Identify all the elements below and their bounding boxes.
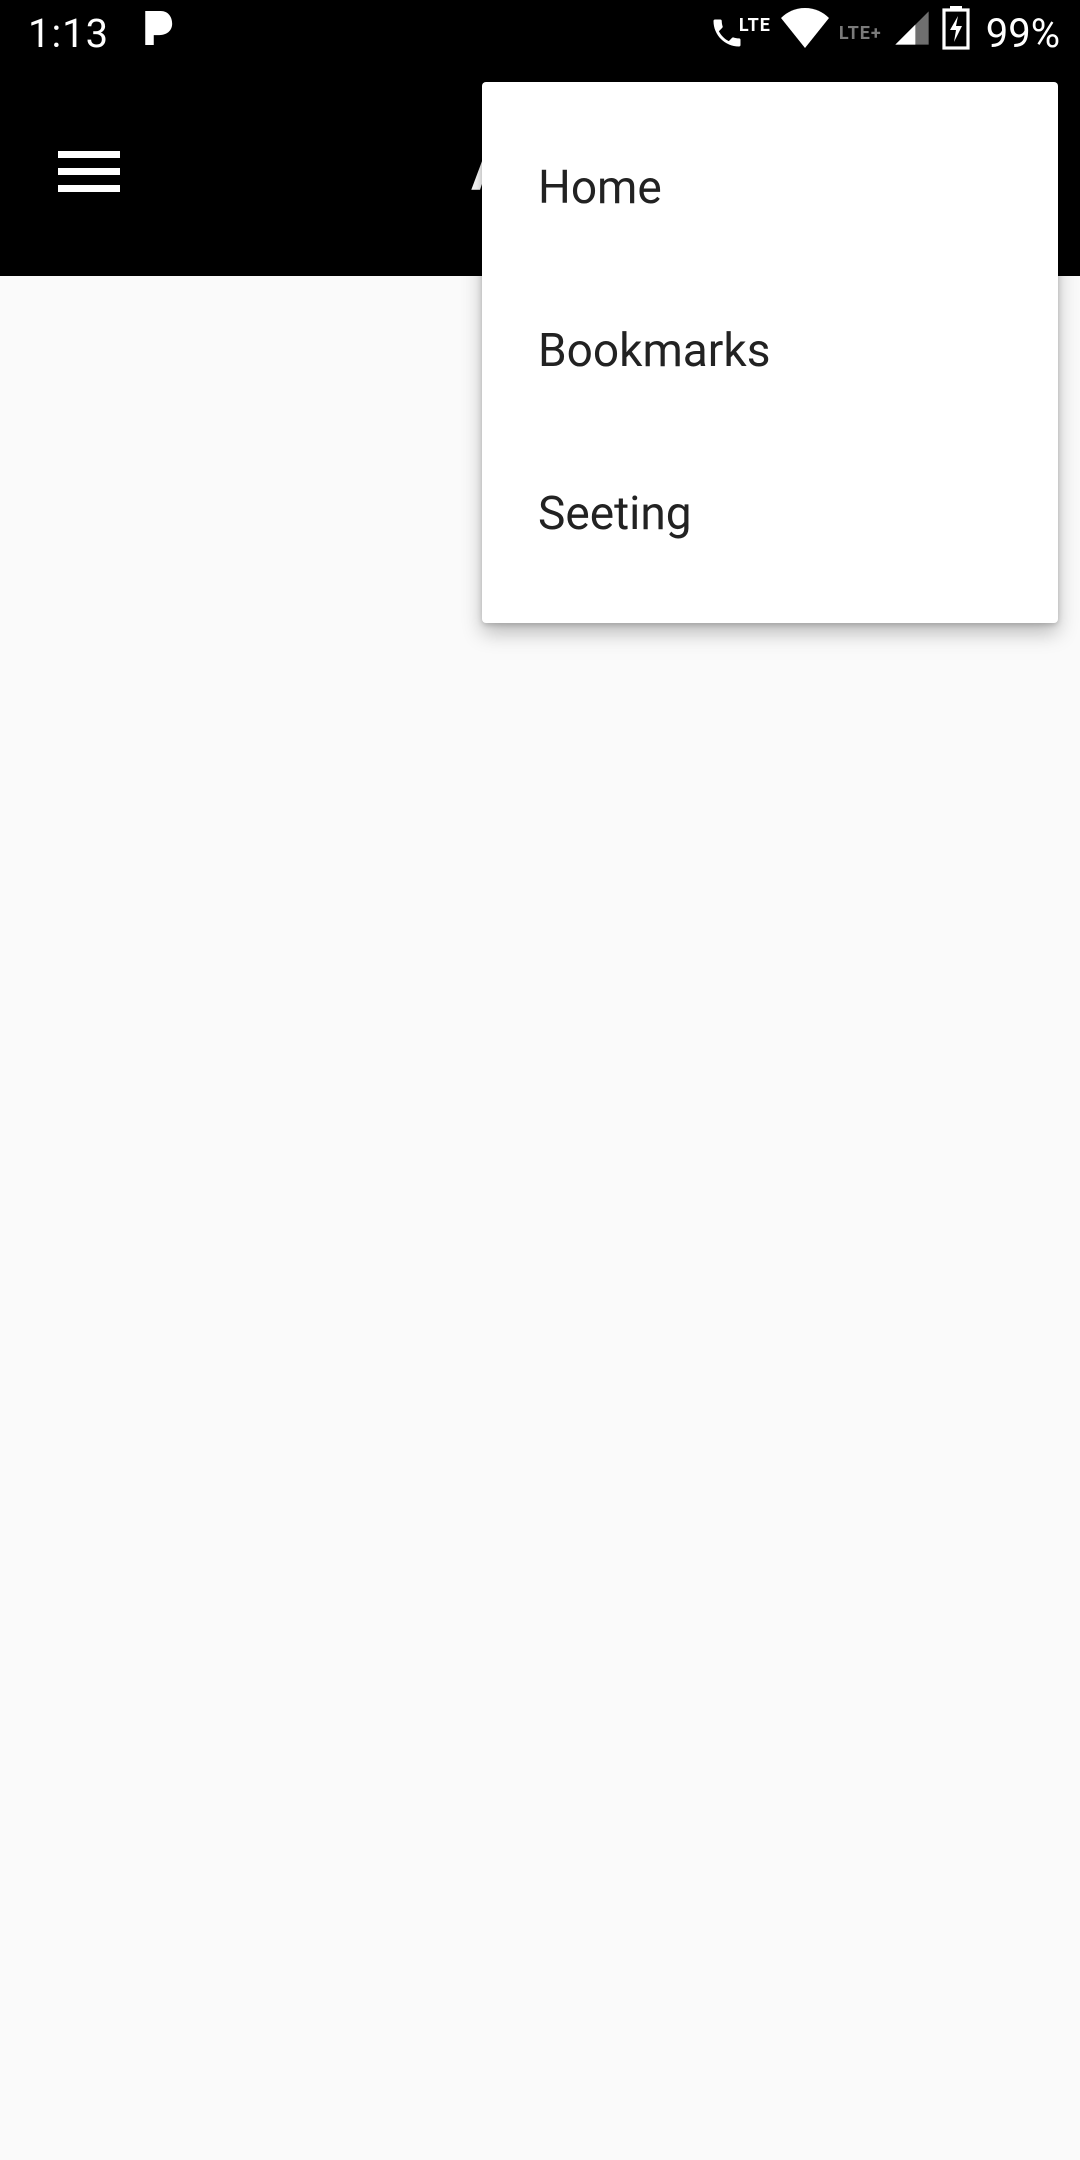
status-clock: 1:13 — [28, 10, 109, 57]
status-right: LTE LTE+ 99% — [709, 6, 1060, 60]
wifi-icon — [781, 8, 829, 58]
menu-item-bookmarks[interactable]: Bookmarks — [482, 269, 1058, 432]
menu-item-seeting[interactable]: Seeting — [482, 432, 1058, 595]
menu-item-label: Home — [538, 161, 662, 215]
lte-badge: LTE — [739, 15, 771, 36]
battery-charging-icon — [942, 6, 970, 60]
menu-item-home[interactable]: Home — [482, 106, 1058, 269]
phone-lte-icon: LTE — [709, 15, 771, 51]
pandora-icon — [141, 8, 175, 58]
overflow-menu: Home Bookmarks Seeting — [482, 82, 1058, 623]
status-left: 1:13 — [28, 8, 175, 58]
status-bar: 1:13 LTE LTE+ — [0, 0, 1080, 66]
menu-item-label: Seeting — [538, 487, 692, 541]
hamburger-icon[interactable] — [46, 139, 132, 204]
menu-item-label: Bookmarks — [538, 324, 770, 378]
lte-plus-badge: LTE+ — [839, 23, 882, 44]
battery-percent: 99% — [986, 10, 1060, 57]
cell-signal-icon — [892, 8, 932, 58]
